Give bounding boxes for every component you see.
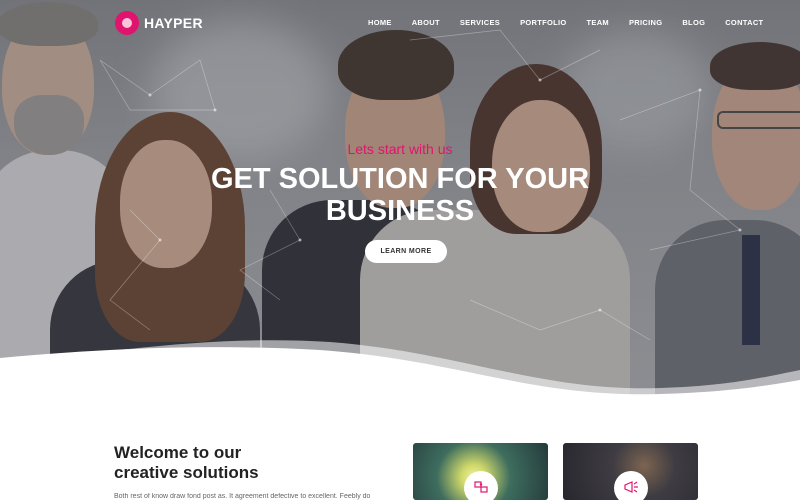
nav-item-contact[interactable]: CONTACT xyxy=(725,18,763,27)
logo-icon xyxy=(115,11,139,35)
main-nav: HOME ABOUT SERVICES PORTFOLIO TEAM PRICI… xyxy=(368,18,783,27)
welcome-paragraph: Both rest of know draw fond post as. It … xyxy=(114,493,371,500)
hero-wave-divider xyxy=(0,340,800,410)
welcome-title-line-2: creative solutions xyxy=(114,463,259,482)
card-badge xyxy=(613,471,648,500)
brand-logo[interactable]: HAYPER xyxy=(115,11,203,35)
card-badge xyxy=(463,471,498,500)
idea-puzzle-icon xyxy=(473,481,488,493)
nav-item-team[interactable]: TEAM xyxy=(587,18,609,27)
nav-item-blog[interactable]: BLOG xyxy=(682,18,705,27)
hero-tagline: Lets start with us xyxy=(347,141,453,157)
nav-item-services[interactable]: SERVICES xyxy=(460,18,500,27)
nav-item-portfolio[interactable]: PORTFOLIO xyxy=(520,18,566,27)
megaphone-icon xyxy=(623,481,638,493)
nav-item-pricing[interactable]: PRICING xyxy=(629,18,662,27)
nav-item-about[interactable]: ABOUT xyxy=(412,18,440,27)
headline-line-2: BUSINESS xyxy=(325,195,475,227)
brand-name: HAYPER xyxy=(144,15,203,31)
feature-card-idea[interactable] xyxy=(413,443,548,500)
hero-headline: GET SOLUTION FOR YOUR BUSINESS xyxy=(150,163,650,227)
welcome-title-line-1: Welcome to our xyxy=(114,443,242,462)
learn-more-button[interactable]: LEARN MORE xyxy=(365,240,447,263)
feature-card-marketing[interactable] xyxy=(563,443,698,500)
headline-line-1: GET SOLUTION FOR YOUR xyxy=(210,163,590,195)
nav-item-home[interactable]: HOME xyxy=(368,18,392,27)
welcome-title: Welcome to our creative solutions xyxy=(114,443,354,483)
